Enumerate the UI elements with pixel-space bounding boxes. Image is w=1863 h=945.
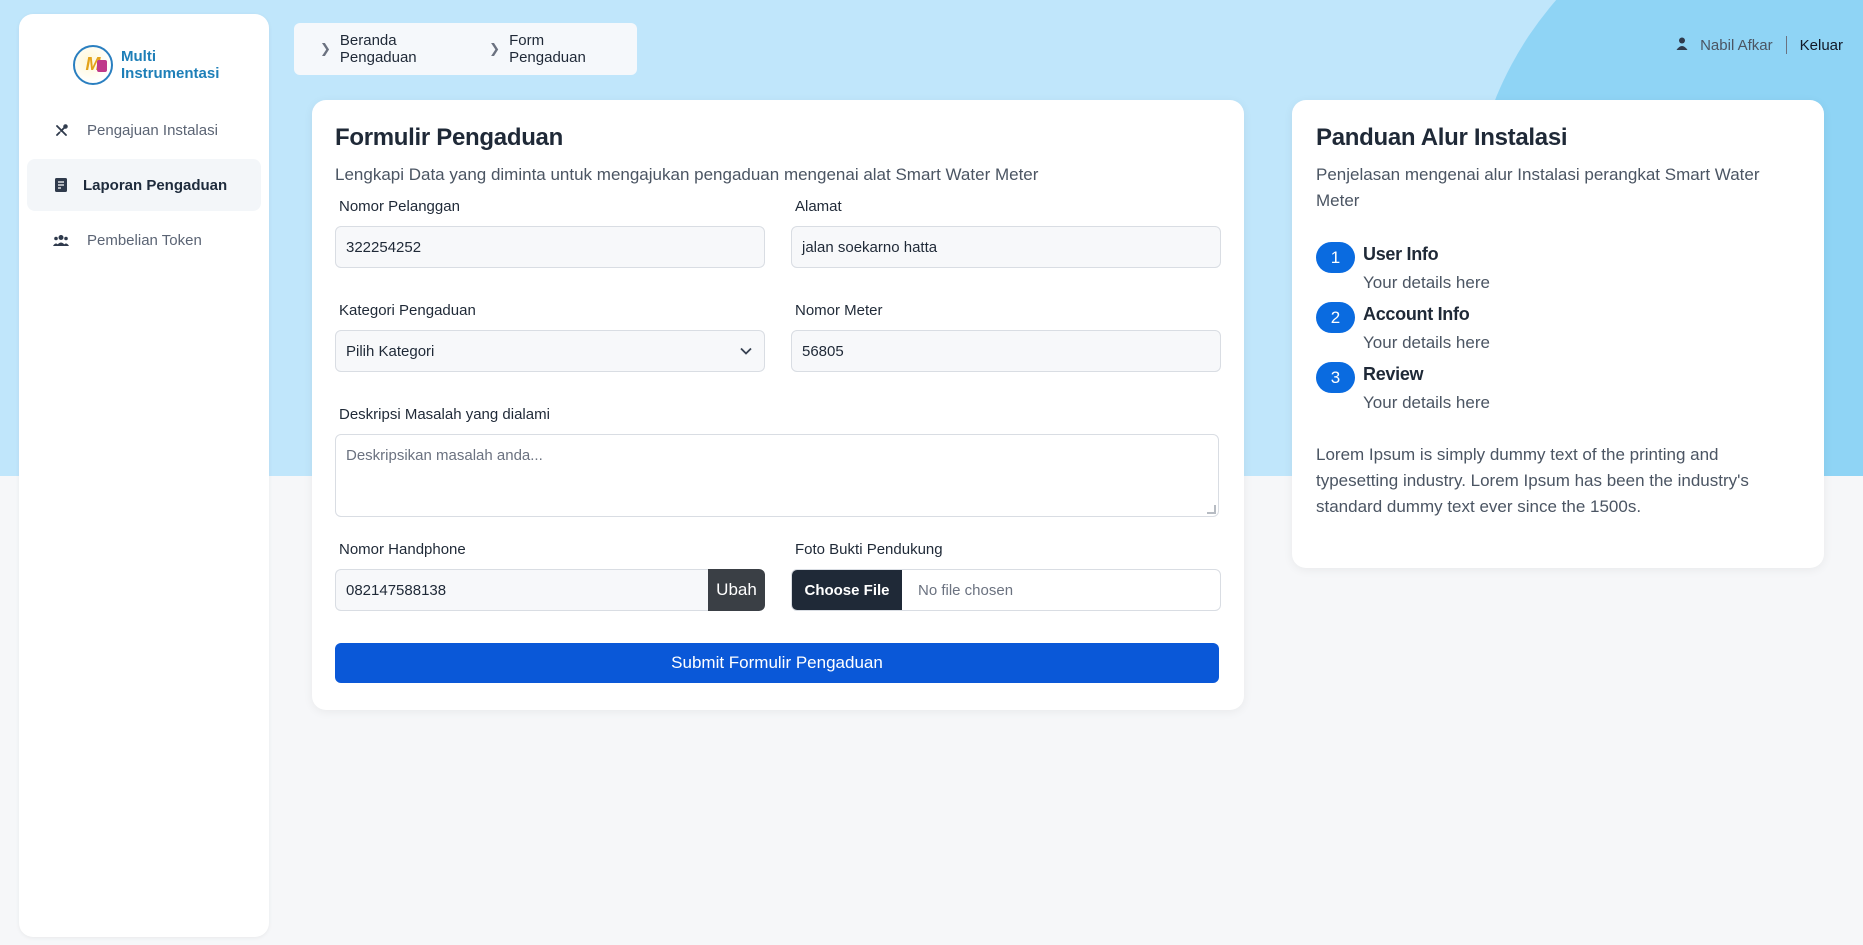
guide-steps: 1 User Info Your details here 2 Account …	[1316, 242, 1800, 414]
user-icon	[1676, 37, 1688, 54]
step-item: 2 Account Info Your details here	[1316, 302, 1800, 354]
form-subtitle: Lengkapi Data yang diminta untuk mengaju…	[335, 165, 1039, 184]
step-desc: Your details here	[1363, 393, 1490, 412]
sidebar-item-pengajuan-instalasi[interactable]: Pengajuan Instalasi	[27, 104, 261, 156]
installation-guide-card: Panduan Alur Instalasi Penjelasan mengen…	[1292, 100, 1824, 568]
sidebar-item-pembelian-token[interactable]: Pembelian Token	[27, 214, 261, 266]
step-title: User Info	[1363, 244, 1439, 264]
guide-subtitle: Penjelasan mengenai alur Instalasi peran…	[1316, 165, 1760, 210]
sidebar-item-label: Pengajuan Instalasi	[87, 121, 218, 139]
meter-number-input[interactable]: 56805	[791, 330, 1221, 372]
user-menu: Nabil Afkar Keluar	[1676, 36, 1843, 54]
logo-line1: Multi	[121, 47, 156, 65]
phone-input-group: 082147588138 Ubah	[335, 569, 765, 611]
sidebar-item-label: Laporan Pengaduan	[83, 176, 228, 194]
chevron-right-icon: ❯	[489, 41, 501, 56]
app-logo[interactable]: M Multi Instrumentasi	[19, 14, 269, 92]
breadcrumb-item[interactable]: Beranda Pengaduan	[340, 32, 475, 66]
meter-number-group: Nomor Meter 56805	[791, 302, 1221, 372]
customer-number-group: Nomor Pelanggan 322254252	[335, 198, 765, 268]
guide-body-text: Lorem Ipsum is simply dummy text of the …	[1316, 445, 1749, 516]
category-group: Kategori Pengaduan Pilih Kategori	[335, 302, 765, 372]
description-label: Deskripsi Masalah yang dialami	[339, 406, 550, 423]
change-phone-button[interactable]: Ubah	[708, 569, 765, 611]
breadcrumb: ❯ Beranda Pengaduan ❯ Form Pengaduan	[294, 23, 637, 75]
photo-file-input[interactable]: Choose File No file chosen	[791, 569, 1221, 611]
step-title: Account Info	[1363, 304, 1470, 324]
globe-logo-icon: M	[73, 44, 113, 85]
step-desc: Your details here	[1363, 333, 1490, 352]
category-select[interactable]: Pilih Kategori	[335, 330, 765, 372]
photo-group: Foto Bukti Pendukung Choose File No file…	[791, 541, 1221, 611]
phone-input[interactable]: 082147588138	[335, 569, 708, 611]
guide-title: Panduan Alur Instalasi	[1316, 124, 1568, 151]
address-group: Alamat jalan soekarno hatta	[791, 198, 1221, 268]
logo-text: Multi Instrumentasi	[121, 48, 219, 82]
photo-label: Foto Bukti Pendukung	[795, 541, 943, 558]
file-status: No file chosen	[918, 581, 1014, 599]
description-group: Deskripsi Masalah yang dialami Deskripsi…	[335, 406, 1219, 517]
step-item: 3 Review Your details here	[1316, 362, 1800, 414]
chevron-down-icon	[740, 344, 752, 358]
category-selected-value: Pilih Kategori	[346, 342, 435, 360]
sidebar: M Multi Instrumentasi Pengajuan Instalas…	[19, 14, 269, 937]
description-placeholder: Deskripsikan masalah anda...	[346, 447, 543, 464]
step-desc: Your details here	[1363, 273, 1490, 292]
customer-number-label: Nomor Pelanggan	[339, 198, 460, 215]
sidebar-menu: Pengajuan Instalasi Laporan Pengaduan Pe…	[19, 104, 269, 266]
submit-button[interactable]: Submit Formulir Pengaduan	[335, 643, 1219, 683]
meter-number-label: Nomor Meter	[795, 302, 883, 319]
tools-icon	[51, 123, 71, 137]
step-number-badge: 3	[1316, 362, 1355, 393]
choose-file-button[interactable]: Choose File	[792, 570, 902, 610]
sidebar-item-laporan-pengaduan[interactable]: Laporan Pengaduan	[27, 159, 261, 211]
divider	[1785, 36, 1787, 54]
document-icon	[51, 178, 71, 192]
form-title: Formulir Pengaduan	[335, 124, 563, 151]
sidebar-item-label: Pembelian Token	[87, 231, 202, 249]
step-number-badge: 1	[1316, 242, 1355, 273]
step-title: Review	[1363, 364, 1424, 384]
address-input[interactable]: jalan soekarno hatta	[791, 226, 1221, 268]
customer-number-input[interactable]: 322254252	[335, 226, 765, 268]
step-number-badge: 2	[1316, 302, 1355, 333]
complaint-form-card: Formulir Pengaduan Lengkapi Data yang di…	[312, 100, 1244, 710]
logout-button[interactable]: Keluar	[1800, 37, 1843, 54]
step-item: 1 User Info Your details here	[1316, 242, 1800, 294]
username: Nabil Afkar	[1700, 36, 1773, 54]
breadcrumb-item-current: Form Pengaduan	[509, 32, 586, 66]
address-label: Alamat	[795, 198, 842, 215]
phone-label: Nomor Handphone	[339, 541, 466, 558]
phone-group: Nomor Handphone 082147588138 Ubah	[335, 541, 765, 611]
description-textarea[interactable]: Deskripsikan masalah anda...	[335, 434, 1219, 517]
logo-line2: Instrumentasi	[121, 64, 220, 82]
category-label: Kategori Pengaduan	[339, 302, 476, 319]
chevron-right-icon: ❯	[320, 41, 331, 56]
users-icon	[51, 234, 71, 246]
resize-handle-icon[interactable]	[1207, 505, 1216, 514]
